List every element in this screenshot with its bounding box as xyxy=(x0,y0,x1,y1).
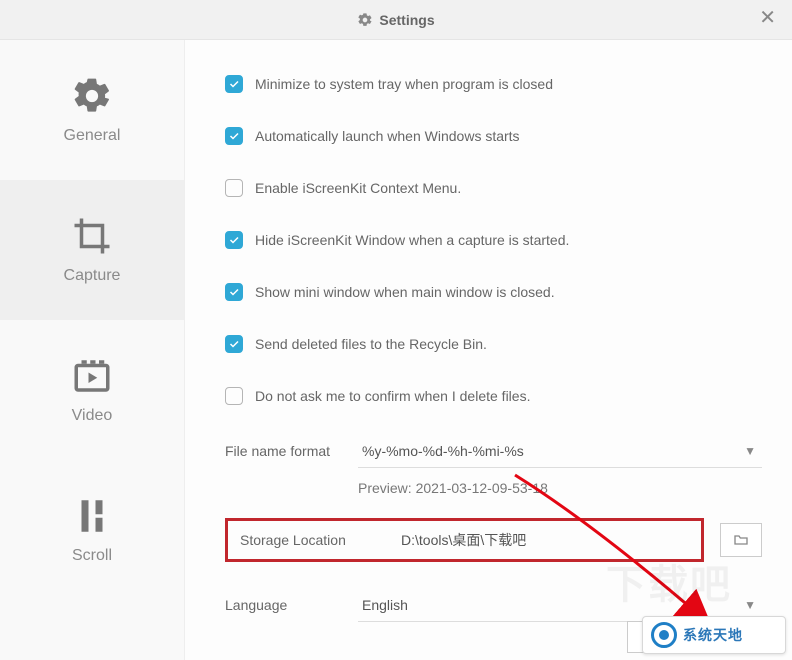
check-minimize-tray[interactable]: Minimize to system tray when program is … xyxy=(225,70,762,98)
sidebar-item-video[interactable]: Video xyxy=(0,320,184,460)
brand-text: 系统天地 xyxy=(683,625,743,645)
check-label: Show mini window when main window is clo… xyxy=(255,284,555,300)
storage-label: Storage Location xyxy=(240,532,355,548)
caret-down-icon: ▼ xyxy=(744,444,756,458)
video-icon xyxy=(71,355,113,397)
check-recycle-bin[interactable]: Send deleted files to the Recycle Bin. xyxy=(225,330,762,358)
checkbox-icon xyxy=(225,387,243,405)
checkbox-icon xyxy=(225,179,243,197)
check-label: Hide iScreenKit Window when a capture is… xyxy=(255,232,569,248)
checkbox-icon xyxy=(225,283,243,301)
sidebar: General Capture Video Scroll xyxy=(0,40,185,660)
sidebar-item-label: General xyxy=(64,127,121,145)
sidebar-item-general[interactable]: General xyxy=(0,40,184,180)
check-context-menu[interactable]: Enable iScreenKit Context Menu. xyxy=(225,174,762,202)
sidebar-item-scroll[interactable]: Scroll xyxy=(0,460,184,600)
brand-badge: 系统天地 xyxy=(642,616,786,654)
storage-highlight-box: Storage Location D:\tools\桌面\下载吧 xyxy=(225,518,704,562)
caret-down-icon: ▼ xyxy=(744,598,756,612)
sidebar-item-label: Scroll xyxy=(72,547,112,565)
check-label: Send deleted files to the Recycle Bin. xyxy=(255,336,487,352)
brand-logo-icon xyxy=(651,622,677,648)
storage-path[interactable]: D:\tools\桌面\下载吧 xyxy=(371,530,689,550)
scroll-icon xyxy=(71,495,113,537)
browse-folder-button[interactable] xyxy=(720,523,762,557)
filename-format-select[interactable]: %y-%mo-%d-%h-%mi-%s ▼ xyxy=(358,434,762,468)
checkbox-icon xyxy=(225,335,243,353)
filename-format-label: File name format xyxy=(225,443,340,459)
filename-format-row: File name format %y-%mo-%d-%h-%mi-%s ▼ xyxy=(225,434,762,468)
checkbox-icon xyxy=(225,75,243,93)
filename-format-value: %y-%mo-%d-%h-%mi-%s xyxy=(362,443,524,459)
check-label: Enable iScreenKit Context Menu. xyxy=(255,180,461,196)
window-title: Settings xyxy=(379,12,434,28)
language-value: English xyxy=(362,597,408,613)
titlebar: Settings ✕ xyxy=(0,0,792,40)
content: General Capture Video Scroll Minimize to… xyxy=(0,40,792,660)
check-label: Automatically launch when Windows starts xyxy=(255,128,520,144)
checkbox-icon xyxy=(225,127,243,145)
check-confirm-delete[interactable]: Do not ask me to confirm when I delete f… xyxy=(225,382,762,410)
gear-icon xyxy=(71,75,113,117)
sidebar-item-capture[interactable]: Capture xyxy=(0,180,184,320)
sidebar-item-label: Video xyxy=(72,407,113,425)
title-wrap: Settings xyxy=(357,12,434,28)
check-label: Do not ask me to confirm when I delete f… xyxy=(255,388,530,404)
sidebar-item-label: Capture xyxy=(64,267,121,285)
storage-row: Storage Location D:\tools\桌面\下载吧 xyxy=(225,518,762,562)
close-button[interactable]: ✕ xyxy=(759,8,776,28)
check-label: Minimize to system tray when program is … xyxy=(255,76,553,92)
main-panel: Minimize to system tray when program is … xyxy=(185,40,792,660)
check-mini-window[interactable]: Show mini window when main window is clo… xyxy=(225,278,762,306)
check-auto-launch[interactable]: Automatically launch when Windows starts xyxy=(225,122,762,150)
filename-preview: Preview: 2021-03-12-09-53-18 xyxy=(225,480,762,496)
checkbox-icon xyxy=(225,231,243,249)
check-hide-window[interactable]: Hide iScreenKit Window when a capture is… xyxy=(225,226,762,254)
language-label: Language xyxy=(225,597,340,613)
folder-icon xyxy=(732,532,750,548)
gear-icon xyxy=(357,12,373,28)
crop-icon xyxy=(71,215,113,257)
